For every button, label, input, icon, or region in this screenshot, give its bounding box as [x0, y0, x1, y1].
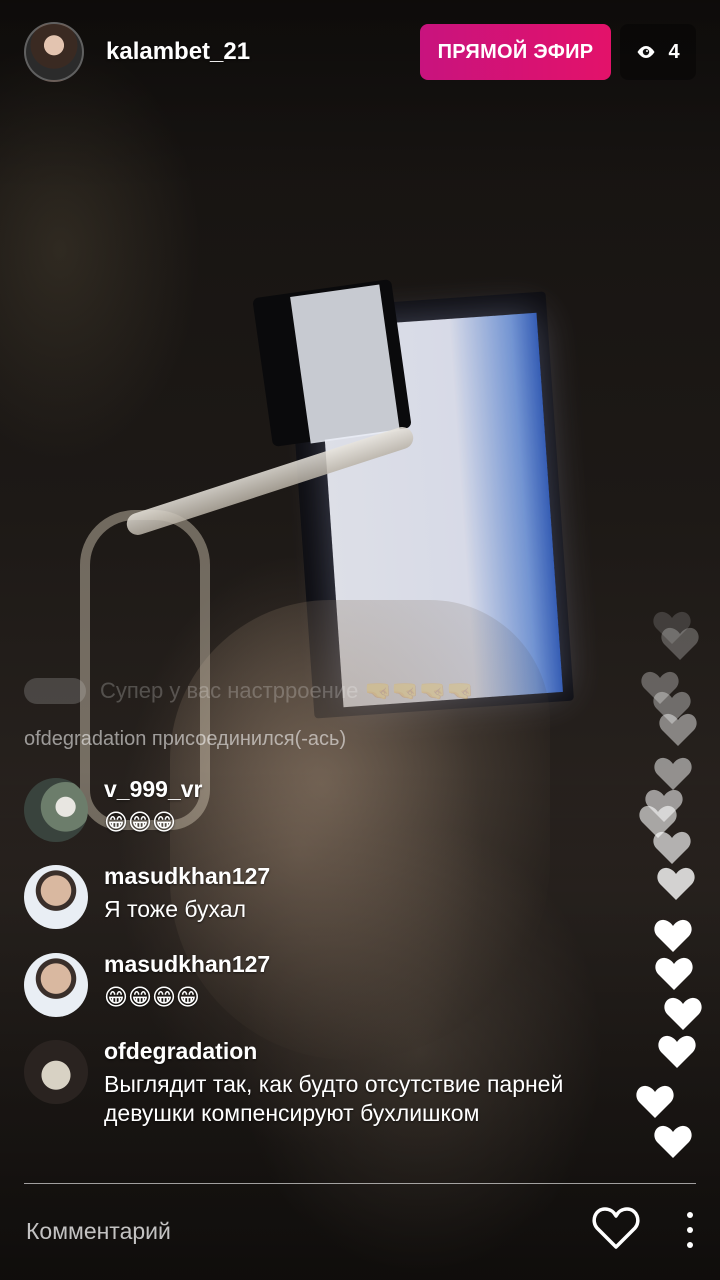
heart-icon: [635, 1084, 675, 1120]
host-username[interactable]: kalambet_21: [106, 38, 250, 66]
comment-username[interactable]: ofdegradation: [104, 1038, 257, 1065]
comment-username[interactable]: masudkhan127: [104, 951, 270, 978]
comment-username[interactable]: masudkhan127: [104, 863, 270, 890]
comment-text: 😁😁😁😁: [104, 984, 200, 1010]
viewer-count-button[interactable]: 4: [620, 24, 696, 80]
comment-bar-divider: [24, 1183, 696, 1184]
comment-username[interactable]: v_999_vr: [104, 776, 203, 803]
heart-icon: [654, 956, 694, 992]
heart-icon: [660, 626, 700, 662]
join-notice: ofdegradation присоединился(-ась): [24, 728, 347, 750]
comment-avatar[interactable]: [24, 953, 88, 1017]
faded-comment-avatar: [24, 678, 86, 704]
comment-avatar[interactable]: [24, 778, 88, 842]
heart-outline-icon: [592, 1207, 640, 1249]
comment-input[interactable]: [24, 1210, 548, 1252]
more-vertical-icon: [687, 1227, 693, 1233]
comment-text: Я тоже бухал: [104, 896, 246, 922]
eye-icon: [636, 44, 656, 60]
faded-comment-text: Супер у вас настрроение 🤜🤜🤜🤜: [100, 678, 475, 703]
heart-icon: [656, 866, 696, 902]
heart-icon: [663, 996, 703, 1032]
heart-icon: [652, 830, 692, 866]
faded-comment: Супер у вас настрроение 🤜🤜🤜🤜: [24, 676, 544, 706]
more-vertical-icon: [687, 1212, 693, 1218]
viewer-count: 4: [668, 40, 680, 63]
live-badge: ПРЯМОЙ ЭФИР: [420, 24, 611, 80]
heart-icon: [653, 918, 693, 954]
heart-icon: [658, 712, 698, 748]
like-button[interactable]: [590, 1205, 642, 1251]
more-vertical-icon: [687, 1242, 693, 1248]
host-avatar[interactable]: [24, 22, 84, 82]
comment-avatar[interactable]: [24, 1040, 88, 1104]
heart-icon: [653, 1124, 693, 1160]
heart-icon: [657, 1034, 697, 1070]
comment-avatar[interactable]: [24, 865, 88, 929]
live-header: kalambet_21 ПРЯМОЙ ЭФИР 4: [0, 0, 720, 100]
comment-text: Выглядит так, как будто отсутствие парне…: [104, 1071, 564, 1126]
heart-icon: [653, 756, 693, 792]
comment-text: 😁😁😁: [104, 809, 176, 835]
more-options-button[interactable]: [680, 1210, 700, 1250]
